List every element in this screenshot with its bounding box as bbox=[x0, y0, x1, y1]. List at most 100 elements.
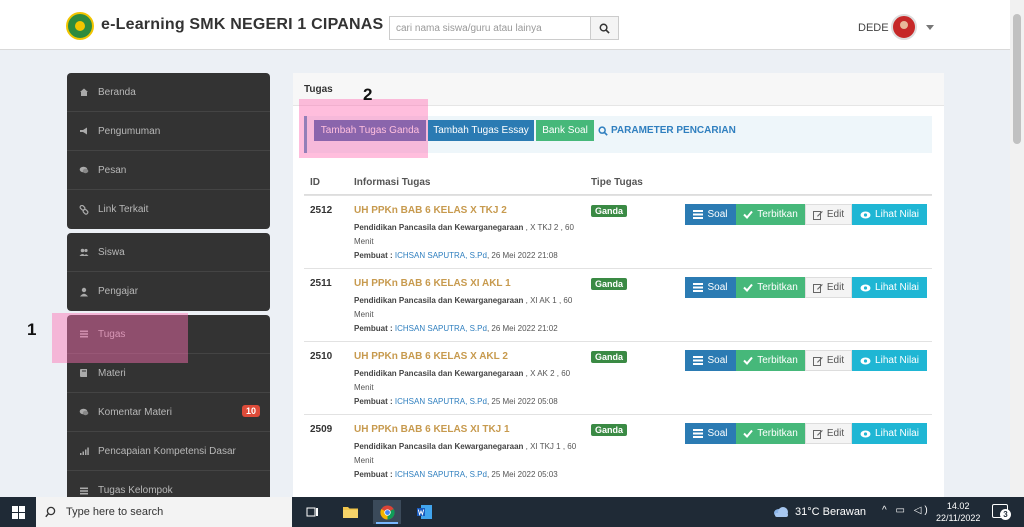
brand-title[interactable]: e-Learning SMK NEGERI 1 CIPANAS bbox=[101, 16, 383, 34]
task-type-badge: Ganda bbox=[591, 424, 628, 436]
chat-icon bbox=[79, 165, 89, 175]
publish-button[interactable]: Terbitkan bbox=[736, 204, 805, 225]
page-title: Tugas bbox=[304, 84, 333, 95]
teacher-link[interactable]: ICHSAN SAPUTRA, S.Pd bbox=[395, 324, 487, 333]
edit-button[interactable]: Edit bbox=[805, 277, 852, 298]
scrollbar-thumb[interactable] bbox=[1013, 14, 1021, 144]
soal-label: Soal bbox=[707, 282, 728, 293]
view-scores-button[interactable]: Lihat Nilai bbox=[852, 204, 927, 225]
task-id: 2511 bbox=[310, 278, 332, 289]
soal-button[interactable]: Soal bbox=[685, 350, 736, 371]
search-icon bbox=[598, 125, 608, 136]
users-icon bbox=[79, 247, 89, 257]
task-title-link[interactable]: UH PPKn BAB 6 KELAS X TKJ 2 bbox=[354, 205, 507, 216]
sidebar-item-beranda[interactable]: Beranda bbox=[67, 73, 270, 112]
teacher-link[interactable]: ICHSAN SAPUTRA, S.Pd bbox=[395, 251, 487, 260]
task-title-link[interactable]: UH PPKn BAB 6 KELAS XI AKL 1 bbox=[354, 278, 511, 289]
highlight-tugas-menu bbox=[52, 313, 188, 363]
task-id: 2510 bbox=[310, 351, 333, 362]
edit-icon bbox=[812, 210, 823, 220]
question-bank-button[interactable]: Bank Soal bbox=[536, 120, 594, 141]
file-explorer-button[interactable] bbox=[336, 500, 364, 524]
check-icon bbox=[743, 210, 753, 219]
book-icon bbox=[79, 368, 89, 378]
sidebar-item-label: Pengumuman bbox=[98, 125, 161, 137]
home-icon bbox=[79, 87, 89, 97]
soal-button[interactable]: Soal bbox=[685, 423, 736, 444]
soal-button[interactable]: Soal bbox=[685, 204, 736, 225]
sidebar: Beranda Pengumuman Pesan Link Terkait Si… bbox=[67, 73, 270, 514]
sidebar-item-pesan[interactable]: Pesan bbox=[67, 151, 270, 190]
system-tray[interactable]: ^ ▭ ◁) bbox=[882, 505, 931, 516]
task-date: , 25 Mei 2022 05:08 bbox=[486, 397, 558, 406]
author-label: Pembuat : bbox=[354, 251, 395, 260]
chrome-button[interactable] bbox=[373, 500, 401, 524]
edit-label: Edit bbox=[826, 428, 845, 439]
task-subject: Pendidikan Pancasila dan Kewarganegaraan bbox=[354, 223, 524, 232]
view-scores-button[interactable]: Lihat Nilai bbox=[852, 350, 927, 371]
sidebar-item-siswa[interactable]: Siswa bbox=[67, 233, 270, 272]
task-subject: Pendidikan Pancasila dan Kewarganegaraan bbox=[354, 296, 524, 305]
avatar[interactable] bbox=[891, 14, 917, 40]
publish-button[interactable]: Terbitkan bbox=[736, 423, 805, 444]
sidebar-item-pencapaian-kd[interactable]: Pencapaian Kompetensi Dasar bbox=[67, 432, 270, 471]
word-button[interactable] bbox=[410, 500, 438, 524]
sidebar-item-label: Siswa bbox=[98, 246, 125, 258]
soal-button[interactable]: Soal bbox=[685, 277, 736, 298]
publish-button[interactable]: Terbitkan bbox=[736, 350, 805, 371]
annotation-number-1: 1 bbox=[27, 320, 37, 339]
weather-widget[interactable]: 31°C Berawan bbox=[772, 506, 866, 518]
start-button[interactable] bbox=[4, 500, 32, 524]
edit-button[interactable]: Edit bbox=[805, 204, 852, 225]
publish-button[interactable]: Terbitkan bbox=[736, 277, 805, 298]
folder-icon bbox=[342, 507, 358, 518]
sidebar-item-link-terkait[interactable]: Link Terkait bbox=[67, 190, 270, 229]
sidebar-item-komentar-materi[interactable]: Komentar Materi 10 bbox=[67, 393, 270, 432]
teacher-link[interactable]: ICHSAN SAPUTRA, S.Pd bbox=[395, 397, 487, 406]
task-description: Pendidikan Pancasila dan Kewarganegaraan… bbox=[354, 221, 589, 249]
publish-label: Terbitkan bbox=[757, 209, 798, 220]
task-title-link[interactable]: UH PPKn BAB 6 KELAS XI TKJ 1 bbox=[354, 424, 510, 435]
sidebar-item-label: Materi bbox=[98, 367, 126, 379]
search-parameter-label: PARAMETER PENCARIAN bbox=[611, 125, 736, 136]
view-scores-label: Lihat Nilai bbox=[875, 282, 919, 293]
edit-button[interactable]: Edit bbox=[805, 350, 852, 371]
clock-time: 14.02 bbox=[946, 501, 970, 511]
sidebar-group-people: Siswa Pengajar bbox=[67, 233, 270, 311]
add-essay-task-button[interactable]: Tambah Tugas Essay bbox=[428, 120, 534, 141]
list-icon bbox=[693, 429, 704, 438]
author-label: Pembuat : bbox=[354, 324, 395, 333]
task-id: 2512 bbox=[310, 205, 333, 216]
sidebar-item-pengajar[interactable]: Pengajar bbox=[67, 272, 270, 311]
view-scores-button[interactable]: Lihat Nilai bbox=[852, 423, 927, 444]
task-view-button[interactable] bbox=[298, 500, 326, 524]
search-input[interactable] bbox=[389, 16, 591, 40]
school-logo-icon[interactable] bbox=[66, 12, 94, 40]
teacher-link[interactable]: ICHSAN SAPUTRA, S.Pd bbox=[395, 470, 487, 479]
task-subject: Pendidikan Pancasila dan Kewarganegaraan bbox=[354, 442, 524, 451]
sidebar-item-label: Komentar Materi bbox=[98, 406, 172, 418]
taskbar-clock[interactable]: 14.02 22/11/2022 bbox=[936, 500, 980, 524]
top-navbar: e-Learning SMK NEGERI 1 CIPANAS DEDE bbox=[0, 0, 1010, 50]
view-scores-label: Lihat Nilai bbox=[875, 209, 919, 220]
taskbar-search-box[interactable]: Type here to search bbox=[36, 497, 292, 527]
edit-button[interactable]: Edit bbox=[805, 423, 852, 444]
cloud-icon bbox=[774, 507, 788, 517]
task-date: , 25 Mei 2022 05:03 bbox=[486, 470, 558, 479]
publish-label: Terbitkan bbox=[757, 355, 798, 366]
page-scrollbar[interactable] bbox=[1010, 0, 1024, 497]
task-title-link[interactable]: UH PPKn BAB 6 KELAS X AKL 2 bbox=[354, 351, 508, 362]
chevron-down-icon[interactable] bbox=[926, 25, 934, 30]
search-button[interactable] bbox=[591, 16, 619, 40]
signal-icon bbox=[79, 446, 89, 456]
column-header-info: Informasi Tugas bbox=[354, 177, 431, 188]
task-description: Pendidikan Pancasila dan Kewarganegaraan… bbox=[354, 367, 589, 395]
column-header-id: ID bbox=[310, 177, 320, 188]
windows-logo-icon bbox=[11, 505, 25, 519]
search-parameter-link[interactable]: PARAMETER PENCARIAN bbox=[598, 125, 736, 136]
taskbar-search-placeholder: Type here to search bbox=[66, 506, 164, 518]
view-scores-button[interactable]: Lihat Nilai bbox=[852, 277, 927, 298]
user-name[interactable]: DEDE bbox=[858, 22, 889, 34]
sidebar-item-pengumuman[interactable]: Pengumuman bbox=[67, 112, 270, 151]
check-icon bbox=[743, 429, 753, 438]
